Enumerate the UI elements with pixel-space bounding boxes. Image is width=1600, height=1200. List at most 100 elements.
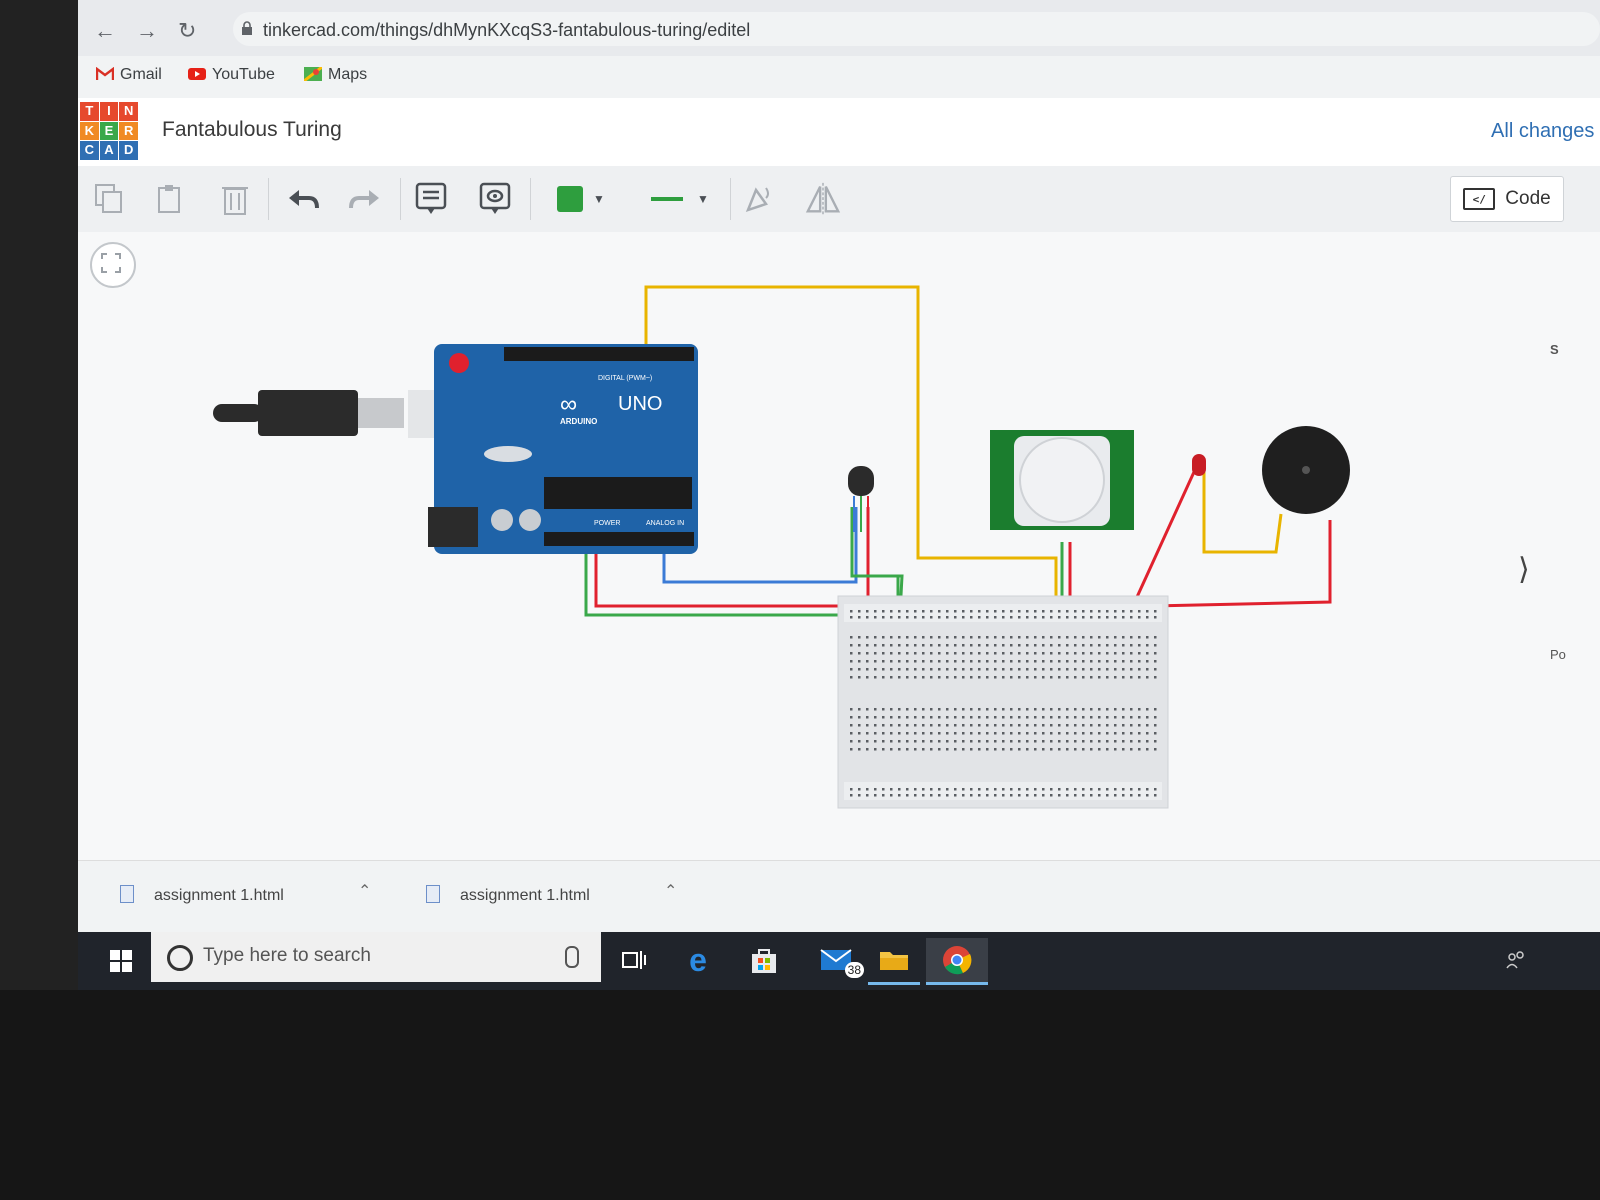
breadboard-hole [914,732,917,735]
breadboard-hole [930,676,933,679]
breadboard-hole [1050,644,1053,647]
circuit-canvas[interactable]: DIGITAL (PWM~) ∞ UNO ARDUINO POWER ANALO… [78,232,1600,860]
notes-icon[interactable] [412,180,450,218]
pir-sensor[interactable] [990,430,1134,530]
breadboard-hole [1082,668,1085,671]
breadboard-hole [1106,740,1109,743]
breadboard-hole [882,740,885,743]
file-icon [120,885,134,903]
breadboard-hole [1130,788,1133,791]
breadboard-hole [1034,610,1037,613]
breadboard-hole [898,610,901,613]
rotate-icon[interactable] [738,180,776,218]
people-icon[interactable] [1494,938,1538,982]
delete-icon[interactable] [216,180,254,218]
color-picker[interactable]: ▼ [546,180,616,218]
chevron-right-icon[interactable]: ⟩ [1518,552,1530,587]
annotate-icon[interactable] [476,180,514,218]
breadboard-hole [1130,616,1133,619]
breadboard-hole [1154,748,1157,751]
bookmark-gmail[interactable]: Gmail [96,66,162,84]
red-led[interactable] [1192,454,1206,476]
breadboard[interactable] [837,595,1169,809]
redo-icon[interactable] [346,180,384,218]
breadboard-hole [1122,644,1125,647]
bookmark-maps[interactable]: Maps [304,66,367,84]
logo-letter: T [80,102,99,121]
code-button[interactable]: </ Code [1450,176,1564,222]
breadboard-hole [882,724,885,727]
chrome-icon[interactable] [926,938,988,985]
breadboard-hole [1018,668,1021,671]
breadboard-hole [1138,660,1141,663]
breadboard-hole [906,668,909,671]
breadboard-hole [1010,668,1013,671]
chevron-up-icon[interactable]: ⌃ [358,881,371,901]
breadboard-hole [970,708,973,711]
task-view-icon[interactable] [612,938,656,982]
edge-icon[interactable]: e [676,938,720,982]
breadboard-hole [874,716,877,719]
tinkercad-logo[interactable]: T I N K E R C A D [80,102,138,160]
paste-icon[interactable] [152,180,190,218]
taskbar-search[interactable]: Type here to search [151,932,601,982]
breadboard-hole [922,794,925,797]
breadboard-hole [1034,732,1037,735]
chevron-up-icon[interactable]: ⌃ [664,881,677,901]
microphone-icon[interactable] [565,946,579,968]
undo-icon[interactable] [284,180,322,218]
breadboard-hole [1122,610,1125,613]
breadboard-hole [994,794,997,797]
breadboard-hole [858,610,861,613]
copy-icon[interactable] [90,180,128,218]
bookmark-youtube[interactable]: YouTube [188,66,275,84]
breadboard-hole [1090,676,1093,679]
breadboard-hole [946,708,949,711]
breadboard-hole [1010,616,1013,619]
breadboard-hole [850,740,853,743]
breadboard-hole [1146,732,1149,735]
breadboard-hole [930,668,933,671]
url-field[interactable]: tinkercad.com/things/dhMynKXcqS3-fantabu… [233,12,1600,46]
breadboard-hole [1138,794,1141,797]
breadboard-hole [1154,652,1157,655]
side-panel-partial-label: Po [1550,647,1566,662]
breadboard-hole [1098,740,1101,743]
breadboard-hole [1138,668,1141,671]
breadboard-hole [1074,644,1077,647]
breadboard-hole [994,740,997,743]
breadboard-hole [850,660,853,663]
breadboard-hole [922,636,925,639]
breadboard-hole [1106,748,1109,751]
breadboard-hole [858,668,861,671]
project-title[interactable]: Fantabulous Turing [162,118,342,142]
store-icon[interactable] [742,938,786,982]
flip-icon[interactable] [804,180,842,218]
bookmarks-bar: Gmail YouTube Maps [78,56,1600,99]
breadboard-hole [1090,740,1093,743]
breadboard-hole [978,788,981,791]
breadboard-hole [1050,652,1053,655]
download-item[interactable]: assignment 1.html [120,885,284,905]
logo-letter: K [80,121,99,141]
breadboard-hole [1066,716,1069,719]
breadboard-hole [1114,794,1117,797]
file-explorer-icon[interactable] [868,938,920,985]
download-item[interactable]: assignment 1.html [426,885,590,905]
forward-icon[interactable]: → [136,18,158,44]
breadboard-hole [1106,610,1109,613]
breadboard-hole [970,610,973,613]
reload-icon[interactable]: ↻ [178,18,196,44]
breadboard-hole [1106,652,1109,655]
windows-start-icon[interactable] [110,950,132,972]
breadboard-hole [898,794,901,797]
back-icon[interactable]: ← [94,18,116,44]
breadboard-hole [1082,788,1085,791]
breadboard-hole [1114,708,1117,711]
piezo-buzzer[interactable] [1262,426,1350,514]
arduino-uno[interactable]: DIGITAL (PWM~) ∞ UNO ARDUINO POWER ANALO… [428,344,698,554]
breadboard-hole [938,652,941,655]
breadboard-hole [1114,616,1117,619]
mail-icon[interactable]: 38 [812,938,864,982]
wire-type-picker[interactable]: ▼ [640,180,720,218]
